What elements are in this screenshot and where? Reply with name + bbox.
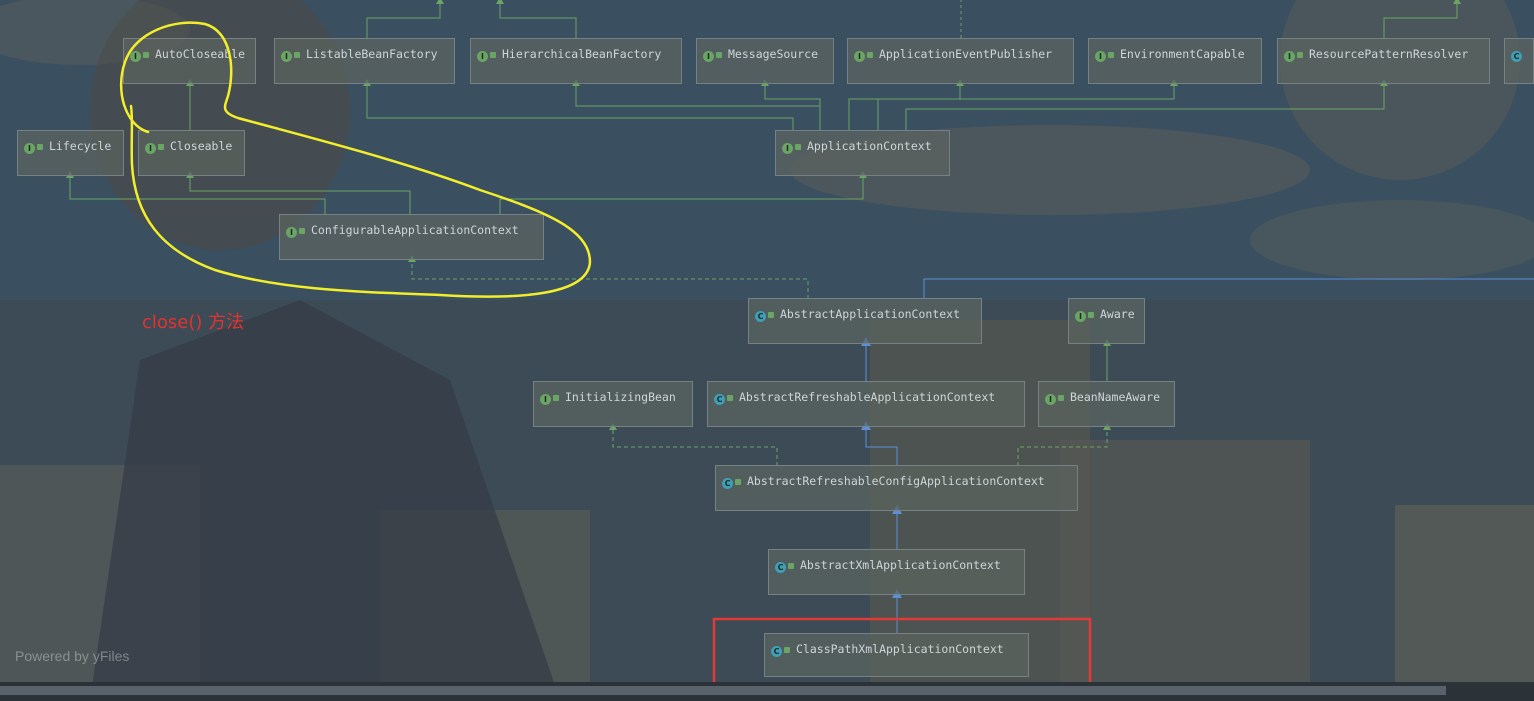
public-visibility-icon [788, 563, 794, 569]
node-auto-closeable[interactable]: I AutoCloseable [123, 38, 256, 84]
scrollbar-thumb[interactable] [0, 686, 1446, 695]
interface-icon: I [1045, 394, 1056, 405]
node-label: AutoCloseable [155, 47, 246, 61]
node-label: ListableBeanFactory [306, 47, 438, 61]
node-offscreen-partial[interactable]: C [1504, 38, 1534, 84]
abstract-class-icon: C [775, 562, 786, 573]
abstract-class-icon: C [722, 478, 733, 489]
public-visibility-icon [294, 52, 300, 58]
public-visibility-icon [768, 312, 774, 318]
node-label: Lifecycle [49, 139, 112, 153]
public-visibility-icon [1088, 312, 1094, 318]
interface-icon: I [1284, 51, 1295, 62]
edge-abstract-app-context-offscreen [923, 278, 1534, 299]
public-visibility-icon [299, 228, 305, 234]
interface-icon: I [1075, 311, 1086, 322]
public-visibility-icon [1108, 52, 1114, 58]
node-bean-name-aware[interactable]: I BeanNameAware [1038, 381, 1175, 427]
annotation-close-method: close() 方法 [142, 312, 245, 333]
public-visibility-icon [158, 144, 164, 150]
node-label: AbstractXmlApplicationContext [800, 558, 1001, 572]
connector-layer [66, 0, 1534, 634]
node-label: BeanNameAware [1070, 390, 1161, 404]
edge-configurable-to-supertypes [66, 171, 867, 215]
interface-icon: I [24, 143, 35, 154]
node-label: ResourcePatternResolver [1309, 47, 1469, 61]
public-visibility-icon [727, 395, 733, 401]
public-visibility-icon [716, 52, 722, 58]
node-lifecycle[interactable]: I Lifecycle [17, 130, 124, 176]
interface-icon: I [477, 51, 488, 62]
edge-application-context-to-supertypes [363, 79, 1388, 131]
uml-diagram-canvas[interactable]: I AutoCloseable I ListableBeanFactory I Hie… [0, 0, 1534, 701]
public-visibility-icon [490, 52, 496, 58]
node-configurable-application-context[interactable]: I ConfigurableApplicationContext [279, 214, 544, 260]
node-abstract-application-context[interactable]: C AbstractApplicationContext [748, 298, 982, 344]
abstract-class-icon: C [755, 311, 766, 322]
node-label: Aware [1100, 307, 1135, 321]
node-aware[interactable]: I Aware [1068, 298, 1145, 344]
node-label: AbstractRefreshableConfigApplicationCont… [747, 474, 1045, 488]
interface-icon: I [281, 51, 292, 62]
public-visibility-icon [867, 52, 873, 58]
node-initializing-bean[interactable]: I InitializingBean [533, 381, 693, 427]
node-closeable[interactable]: I Closeable [138, 130, 245, 176]
node-label: EnvironmentCapable [1120, 47, 1245, 61]
node-hierarchical-bean-factory[interactable]: I HierarchicalBeanFactory [470, 38, 682, 84]
public-visibility-icon [1297, 52, 1303, 58]
node-message-source[interactable]: I MessageSource [696, 38, 834, 84]
interface-icon: I [286, 227, 297, 238]
edge-config-context-implements [609, 423, 1111, 466]
interface-icon: I [782, 143, 793, 154]
node-label: InitializingBean [565, 390, 676, 404]
node-abstract-xml-application-context[interactable]: C AbstractXmlApplicationContext [768, 549, 1025, 595]
node-label: ConfigurableApplicationContext [311, 223, 519, 237]
node-abstract-refreshable-application-context[interactable]: C AbstractRefreshableApplicationContext [707, 381, 1025, 427]
interface-icon: I [854, 51, 865, 62]
node-application-context[interactable]: I ApplicationContext [775, 130, 950, 176]
public-visibility-icon [795, 144, 801, 150]
public-visibility-icon [143, 52, 149, 58]
interface-icon: I [130, 51, 141, 62]
node-label: AbstractRefreshableApplicationContext [739, 390, 996, 404]
horizontal-scrollbar[interactable] [0, 682, 1534, 701]
node-label: Closeable [170, 139, 233, 153]
public-visibility-icon [735, 479, 741, 485]
class-icon: C [1511, 51, 1522, 62]
interface-icon: I [540, 394, 551, 405]
public-visibility-icon [553, 395, 559, 401]
node-label: HierarchicalBeanFactory [502, 47, 662, 61]
edge-top-offscreen-links [366, 0, 1461, 38]
node-label: ApplicationEventPublisher [879, 47, 1053, 61]
node-listable-bean-factory[interactable]: I ListableBeanFactory [274, 38, 455, 84]
public-visibility-icon [1058, 395, 1064, 401]
node-label: ClassPathXmlApplicationContext [796, 642, 1004, 656]
yfiles-watermark: Powered by yFiles [15, 648, 130, 664]
interface-icon: I [703, 51, 714, 62]
node-environment-capable[interactable]: I EnvironmentCapable [1088, 38, 1262, 84]
node-label: MessageSource [728, 47, 819, 61]
node-label: AbstractApplicationContext [780, 307, 961, 321]
class-icon: C [771, 646, 782, 657]
interface-icon: I [145, 143, 156, 154]
node-application-event-publisher[interactable]: I ApplicationEventPublisher [847, 38, 1074, 84]
node-abstract-refreshable-config-application-context[interactable]: C AbstractRefreshableConfigApplicationCon… [715, 465, 1078, 511]
interface-icon: I [1095, 51, 1106, 62]
public-visibility-icon [37, 144, 43, 150]
abstract-class-icon: C [714, 394, 725, 405]
node-class-path-xml-application-context[interactable]: C ClassPathXmlApplicationContext [764, 633, 1029, 677]
node-label: ApplicationContext [807, 139, 932, 153]
public-visibility-icon [784, 647, 790, 653]
node-resource-pattern-resolver[interactable]: I ResourcePatternResolver [1277, 38, 1490, 84]
edge-abstract-app-context-implements [408, 255, 809, 299]
